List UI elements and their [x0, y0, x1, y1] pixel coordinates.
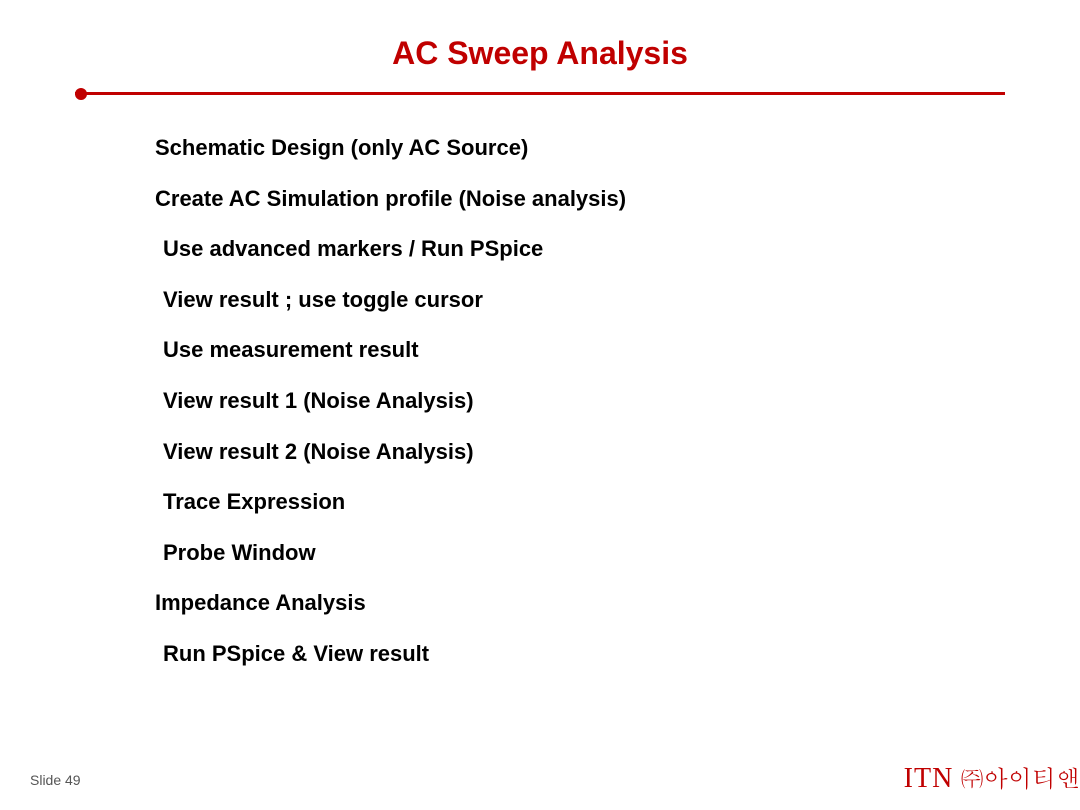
- list-item: Schematic Design (only AC Source): [155, 134, 1080, 163]
- slide-title: AC Sweep Analysis: [0, 0, 1080, 87]
- slide-number: Slide 49: [30, 772, 81, 788]
- divider-line: [75, 92, 1005, 95]
- list-item: Create AC Simulation profile (Noise anal…: [155, 185, 1080, 214]
- list-item: Run PSpice & View result: [163, 640, 1080, 669]
- brand-en: ITN: [904, 763, 954, 794]
- list-item: Trace Expression: [163, 488, 1080, 517]
- list-item: View result 2 (Noise Analysis): [163, 438, 1080, 467]
- brand-kr: ㈜아이티앤: [960, 760, 1080, 794]
- list-item: View result 1 (Noise Analysis): [163, 387, 1080, 416]
- list-item: View result ; use toggle cursor: [163, 286, 1080, 315]
- list-item: Use advanced markers / Run PSpice: [163, 235, 1080, 264]
- content-list: Schematic Design (only AC Source) Create…: [155, 134, 1080, 669]
- title-divider: [75, 87, 1005, 99]
- brand-footer: ITN ㈜아이티앤: [904, 760, 1080, 795]
- list-item: Impedance Analysis: [155, 589, 1080, 618]
- list-item: Use measurement result: [163, 336, 1080, 365]
- divider-dot-icon: [75, 88, 87, 100]
- list-item: Probe Window: [163, 539, 1080, 568]
